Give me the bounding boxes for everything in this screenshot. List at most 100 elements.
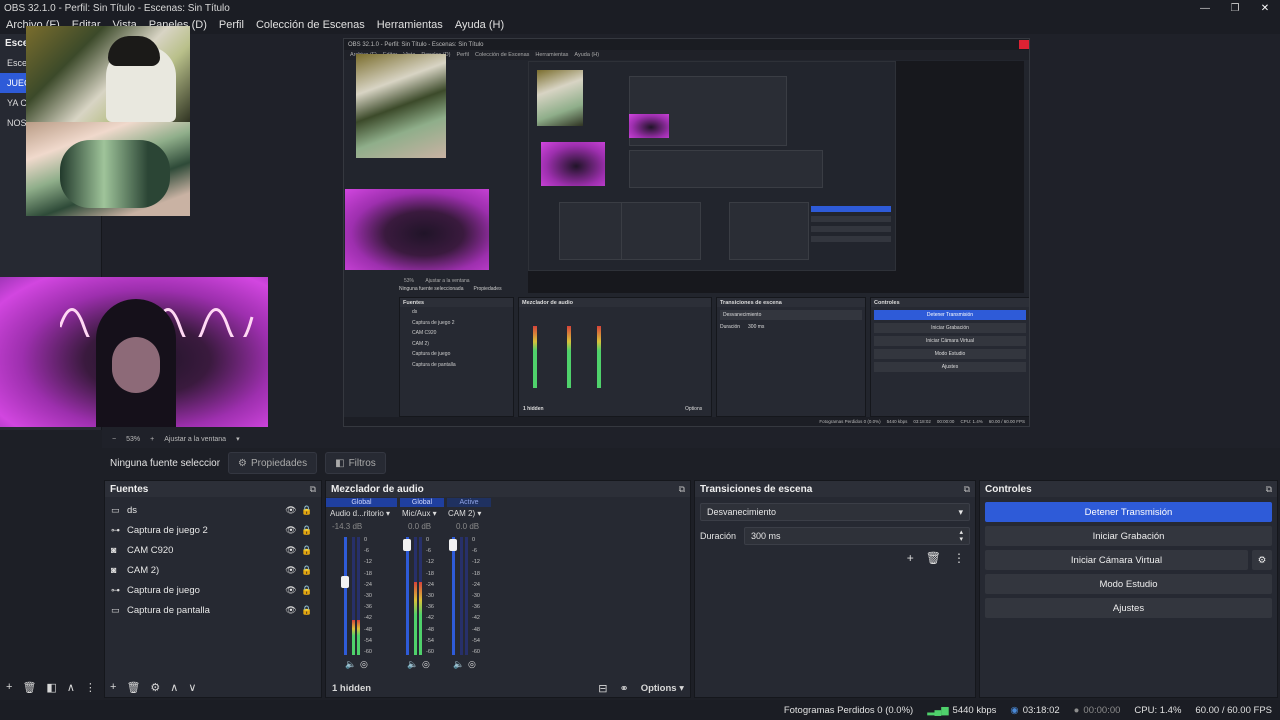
fader-track[interactable]: [344, 537, 347, 655]
channel-name-dropdown[interactable]: Mic/Aux ▾: [402, 508, 442, 520]
properties-button[interactable]: ⚙ Propiedades: [228, 452, 318, 474]
scale-tick: -54: [364, 637, 372, 644]
fader-track[interactable]: [452, 537, 455, 655]
scene-up-button[interactable]: ∧: [67, 681, 75, 694]
source-properties-button[interactable]: ⚙: [150, 681, 160, 694]
stop-stream-button[interactable]: Detener Transmisión: [985, 502, 1272, 522]
deep-dock: [629, 150, 823, 188]
lock-icon[interactable]: 🔒: [299, 605, 315, 616]
duration-input[interactable]: 300 ms ▴ ▾: [744, 527, 970, 545]
add-transition-button[interactable]: +: [907, 551, 914, 565]
channel-name: Audio d...ritorio: [330, 509, 384, 518]
monitor-headphone-icon[interactable]: ◎: [422, 659, 430, 670]
eye-icon[interactable]: 👁: [283, 505, 299, 516]
dock-float-icon[interactable]: ⧉: [1266, 484, 1272, 495]
mixer-hidden-label[interactable]: 1 hidden: [332, 683, 371, 694]
fader-handle[interactable]: [403, 539, 411, 552]
start-virtual-cam-button[interactable]: Iniciar Cámara Virtual: [985, 550, 1248, 570]
mixer-toolbar-right: ⊟ ⚭ Options ▾: [598, 682, 684, 695]
menu-tools[interactable]: Herramientas: [371, 19, 449, 31]
remove-scene-button[interactable]: 🗑: [22, 681, 36, 694]
source-row-ds[interactable]: ▭ ds 👁 🔒: [105, 500, 321, 520]
monitor-headphone-icon[interactable]: ◎: [360, 659, 368, 670]
scale-tick: -12: [426, 559, 434, 566]
lock-icon[interactable]: 🔒: [299, 585, 315, 596]
dock-float-icon[interactable]: ⧉: [679, 484, 685, 495]
close-button[interactable]: ✕: [1250, 0, 1280, 16]
menu-help[interactable]: Ayuda (H): [449, 19, 510, 31]
menu-profile[interactable]: Perfil: [213, 19, 250, 31]
settings-button[interactable]: Ajustes: [985, 598, 1272, 618]
mixer-layout-icon[interactable]: ⊟: [598, 682, 607, 695]
channel-db: -14.3 dB: [332, 522, 363, 531]
eye-icon[interactable]: 👁: [283, 525, 299, 536]
add-source-button[interactable]: +: [110, 681, 116, 693]
transition-more-button[interactable]: ⋮: [953, 551, 965, 565]
nested-mixer-title: Mezclador de audio: [519, 298, 711, 307]
monitor-headphone-icon[interactable]: ◎: [468, 659, 476, 670]
lock-icon[interactable]: 🔒: [299, 565, 315, 576]
dock-float-icon[interactable]: ⧉: [964, 484, 970, 495]
channel-name-dropdown[interactable]: CAM 2) ▾: [448, 508, 492, 520]
webcam-source-image[interactable]: [26, 26, 190, 122]
source-row-cam-c920[interactable]: ◙ CAM C920 👁 🔒: [105, 540, 321, 560]
remove-transition-button[interactable]: 🗑: [926, 551, 941, 565]
scale-tick: -18: [426, 570, 434, 577]
source-down-button[interactable]: ∨: [188, 681, 196, 694]
mixer-options-button[interactable]: Options ▾: [641, 683, 684, 694]
scale-tick: 0: [472, 537, 476, 543]
eye-icon[interactable]: 👁: [283, 565, 299, 576]
nested-status-item: 03:18:02: [913, 419, 931, 424]
filter-icon: ◧: [335, 457, 345, 469]
zoom-dropdown-icon[interactable]: ▾: [236, 435, 240, 443]
eye-icon[interactable]: 👁: [283, 545, 299, 556]
mute-speaker-icon[interactable]: 🔈: [453, 659, 464, 670]
nested-menu-item: Ayuda (H): [574, 52, 600, 58]
fader-track[interactable]: [406, 537, 409, 655]
transition-select[interactable]: Desvanecimiento ▾: [700, 503, 970, 521]
scene-filters-button[interactable]: ◧: [46, 681, 56, 694]
add-scene-button[interactable]: +: [6, 681, 12, 693]
menu-scene-collection[interactable]: Colección de Escenas: [250, 19, 371, 31]
filters-button[interactable]: ◧ Filtros: [325, 452, 386, 474]
nested-properties-label: Propiedades: [473, 286, 502, 292]
source-row-screen-capture[interactable]: ▭ Captura de pantalla 👁 🔒: [105, 600, 321, 620]
nested-sources-title: Fuentes: [400, 298, 513, 307]
source-name: Captura de juego 2: [127, 524, 208, 536]
mixer-link-icon[interactable]: ⚭: [619, 682, 628, 695]
fader-handle[interactable]: [341, 576, 349, 589]
studio-mode-button[interactable]: Modo Estudio: [985, 574, 1272, 594]
remove-source-button[interactable]: 🗑: [126, 681, 140, 694]
person-hair: [108, 36, 160, 66]
lock-icon[interactable]: 🔒: [299, 545, 315, 556]
mute-speaker-icon[interactable]: 🔈: [407, 659, 418, 670]
transitions-title: Transiciones de escena: [700, 483, 813, 495]
channel-name-dropdown[interactable]: Audio d...ritorio ▾: [330, 508, 396, 520]
minimize-button[interactable]: —: [1190, 0, 1220, 16]
zoom-out-button[interactable]: −: [112, 436, 116, 443]
lock-icon[interactable]: 🔒: [299, 505, 315, 516]
zoom-bar: − 53% + Ajustar a la ventana ▾: [102, 430, 1280, 448]
webcam-pink-source-image[interactable]: [0, 277, 268, 427]
mute-speaker-icon[interactable]: 🔈: [345, 659, 356, 670]
source-row-game-capture[interactable]: ⊶ Captura de juego 👁 🔒: [105, 580, 321, 600]
source-row-game-capture-2[interactable]: ⊶ Captura de juego 2 👁 🔒: [105, 520, 321, 540]
lock-icon[interactable]: 🔒: [299, 525, 315, 536]
gear-icon: ⚙: [1257, 554, 1267, 566]
record-time: 00:00:00: [1083, 704, 1121, 716]
zoom-in-button[interactable]: +: [150, 436, 154, 443]
scene-more-button[interactable]: ⋮: [85, 681, 96, 694]
fader-handle[interactable]: [449, 539, 457, 552]
source-row-cam-2[interactable]: ◙ CAM 2) 👁 🔒: [105, 560, 321, 580]
eye-icon[interactable]: 👁: [283, 585, 299, 596]
stepper-icon[interactable]: ▴ ▾: [959, 529, 963, 543]
dock-float-icon[interactable]: ⧉: [310, 484, 316, 495]
virtual-cam-settings-button[interactable]: ⚙: [1252, 550, 1272, 570]
start-recording-button[interactable]: Iniciar Grabación: [985, 526, 1272, 546]
source-up-button[interactable]: ∧: [170, 681, 178, 694]
zoom-fit-select[interactable]: Ajustar a la ventana: [164, 436, 226, 443]
nested-close-icon: [1019, 40, 1029, 49]
jar-source-image[interactable]: [26, 122, 190, 216]
restore-button[interactable]: ❐: [1220, 0, 1250, 16]
eye-icon[interactable]: 👁: [283, 605, 299, 616]
